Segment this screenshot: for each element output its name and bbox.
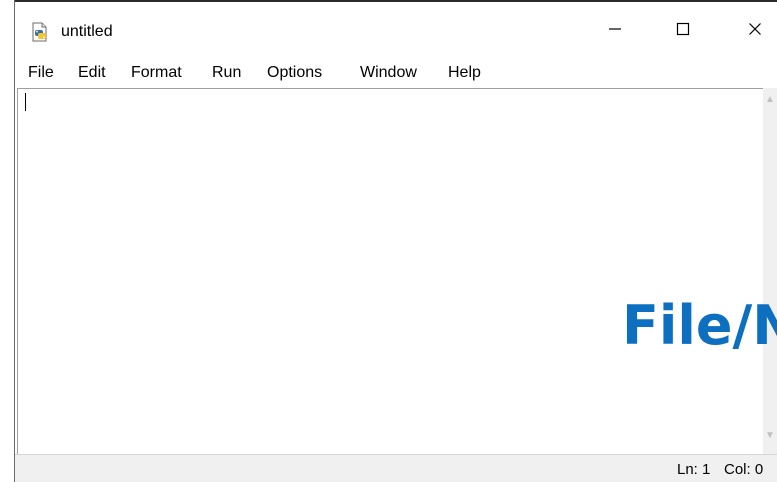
idle-editor-window: untitled File Edit Format Run Options Wi… [0, 0, 777, 482]
vertical-scrollbar[interactable]: ▲ ▼ [763, 88, 777, 454]
status-bar: Ln: 1 Col: 0 [15, 454, 777, 482]
close-button[interactable] [732, 12, 777, 50]
maximize-button[interactable] [660, 12, 706, 50]
overlay-caption: File/New [622, 294, 777, 357]
idle-python-file-icon[interactable] [30, 22, 50, 42]
scroll-up-arrow-icon[interactable]: ▲ [763, 94, 777, 106]
status-column: Col: 0 [724, 461, 764, 478]
menu-edit[interactable]: Edit [78, 62, 106, 84]
scroll-down-arrow-icon[interactable]: ▼ [763, 430, 777, 442]
menu-run[interactable]: Run [212, 62, 241, 84]
menu-format[interactable]: Format [131, 62, 182, 84]
menu-help[interactable]: Help [448, 62, 481, 84]
editor-text-area[interactable] [17, 88, 764, 455]
menu-window[interactable]: Window [360, 62, 417, 84]
status-line: Ln: 1 [677, 461, 711, 478]
close-icon [748, 22, 762, 41]
minimize-button[interactable] [592, 12, 638, 50]
menu-options[interactable]: Options [267, 62, 322, 84]
minimize-icon [608, 22, 622, 41]
left-border [0, 0, 14, 482]
top-edge [15, 0, 777, 2]
menu-file[interactable]: File [28, 62, 54, 84]
window-title: untitled [61, 23, 113, 40]
maximize-icon [676, 22, 690, 41]
menu-bar: File Edit Format Run Options Window Help [15, 62, 777, 86]
text-caret [25, 93, 26, 111]
